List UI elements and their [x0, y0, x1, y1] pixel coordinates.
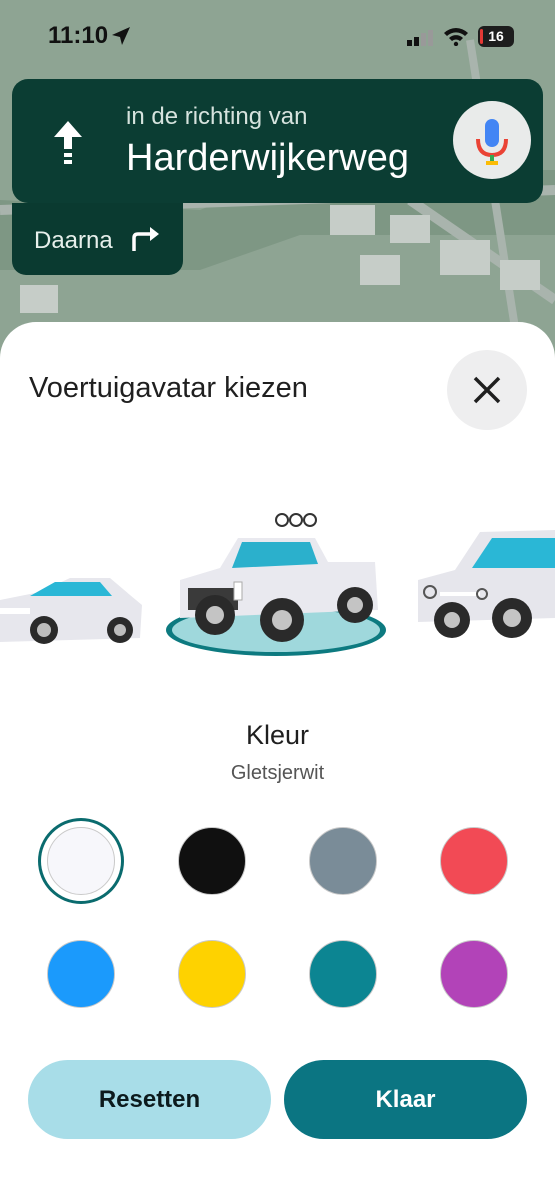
color-swatch[interactable] — [440, 940, 508, 1008]
vehicle-option-sedan[interactable] — [0, 550, 145, 665]
sheet-title: Voertuigavatar kiezen — [29, 372, 308, 404]
reset-button[interactable]: Resetten — [28, 1060, 271, 1139]
color-swatch[interactable] — [178, 940, 246, 1008]
color-swatch[interactable] — [47, 940, 115, 1008]
color-swatch[interactable] — [309, 827, 377, 895]
voice-search-button[interactable] — [453, 101, 531, 179]
vehicle-option-suv[interactable] — [410, 520, 555, 655]
turn-right-icon — [130, 225, 160, 258]
color-swatch[interactable] — [178, 827, 246, 895]
navigation-instruction-card[interactable]: in de richting van Harderwijkerweg — [12, 79, 543, 203]
street-name: Harderwijkerweg — [126, 137, 409, 179]
location-arrow-icon — [111, 26, 131, 51]
selected-color-name: Gletsjerwit — [230, 762, 325, 784]
direction-toward-label: in de richting van — [126, 103, 308, 130]
straight-arrow-icon — [52, 119, 84, 170]
next-turn-label: Daarna — [34, 227, 113, 254]
color-swatch[interactable] — [47, 827, 115, 895]
wifi-icon — [443, 26, 469, 51]
status-time: 11:10 — [48, 22, 109, 49]
vehicle-avatar-sheet: Voertuigavatar kiezen Kleur Gletsjerwit … — [0, 322, 555, 1200]
microphone-icon — [476, 119, 508, 165]
color-swatch[interactable] — [309, 940, 377, 1008]
next-turn-card[interactable]: Daarna — [12, 203, 183, 275]
status-bar: 11:10 16 — [0, 0, 555, 72]
color-section-title: Kleur — [245, 720, 310, 750]
battery-indicator: 16 — [478, 26, 514, 47]
close-icon — [473, 376, 501, 404]
cellular-signal-icon — [407, 30, 435, 51]
color-swatch[interactable] — [440, 827, 508, 895]
done-button[interactable]: Klaar — [284, 1060, 527, 1139]
close-button[interactable] — [447, 350, 527, 430]
vehicle-option-pickup[interactable] — [160, 510, 390, 665]
